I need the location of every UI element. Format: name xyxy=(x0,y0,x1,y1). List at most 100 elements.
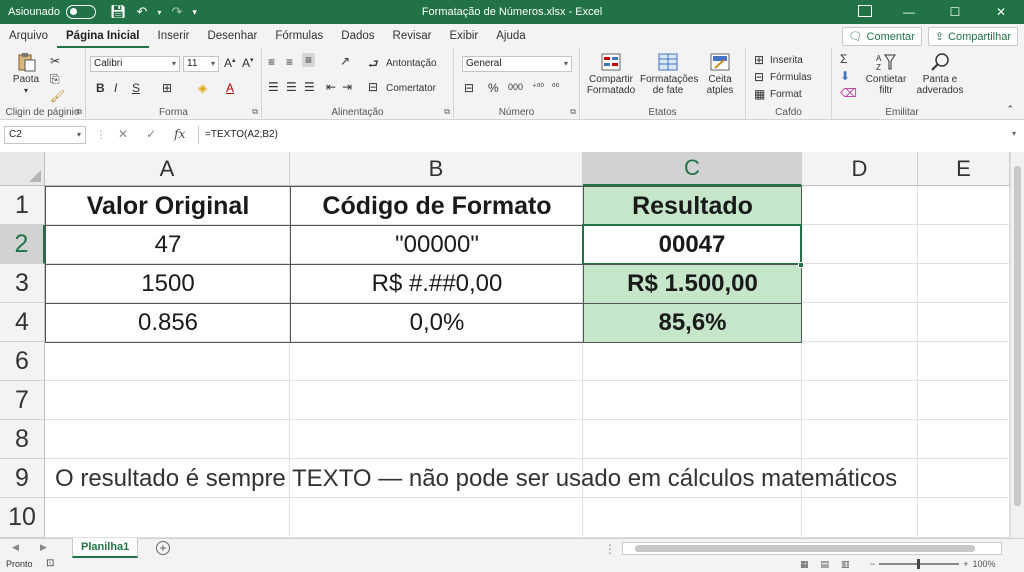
underline-icon[interactable]: S xyxy=(132,81,140,95)
autosave-toggle[interactable] xyxy=(66,5,96,19)
grid-cell[interactable] xyxy=(918,264,1010,303)
grid-cell[interactable] xyxy=(45,342,290,381)
autosum-icon[interactable]: Σ xyxy=(840,52,847,66)
scroll-sheets-left-icon[interactable]: ◀ xyxy=(12,542,19,553)
undo-dropdown-icon[interactable]: ▾ xyxy=(157,8,161,17)
fill-icon[interactable]: ⬇ xyxy=(840,69,850,83)
normal-view-icon[interactable]: ▦ xyxy=(800,559,809,570)
grid-cell[interactable] xyxy=(802,225,918,264)
cell-a2[interactable]: 47 xyxy=(45,225,291,265)
cell-c1[interactable]: Resultado xyxy=(583,186,802,226)
format-cells-icon[interactable]: ▦ xyxy=(754,87,765,101)
row-header-10[interactable]: 10 xyxy=(0,498,45,538)
horizontal-scroll-thumb[interactable] xyxy=(635,545,975,552)
grid-cell[interactable] xyxy=(583,420,802,459)
zoom-level[interactable]: 100% xyxy=(973,559,996,569)
grid-cell[interactable] xyxy=(918,303,1010,342)
close-button[interactable]: ✕ xyxy=(978,0,1024,24)
increase-decimal-icon[interactable]: ⁺⁰⁰ xyxy=(532,82,544,93)
page-layout-view-icon[interactable]: ▤ xyxy=(821,559,830,570)
zoom-in-icon[interactable]: + xyxy=(963,559,968,569)
column-header-b[interactable]: B xyxy=(290,152,583,186)
row-header-4[interactable]: 4 xyxy=(0,303,45,342)
paste-button[interactable]: Paota ▾ xyxy=(6,52,46,96)
row-header-8[interactable]: 8 xyxy=(0,420,45,459)
cell-b2[interactable]: "00000" xyxy=(290,225,584,265)
format-painter-icon[interactable]: 🖌︎ xyxy=(50,89,65,103)
increase-font-icon[interactable]: A▴ xyxy=(224,56,236,70)
name-box[interactable]: C2 ▾ xyxy=(4,126,86,144)
decrease-decimal-icon[interactable]: ⁰⁰ xyxy=(552,82,559,93)
fill-color-icon[interactable]: ◈ xyxy=(198,81,207,95)
grid-cell[interactable] xyxy=(290,342,583,381)
cancel-icon[interactable]: ✕ xyxy=(118,127,128,141)
column-header-e[interactable]: E xyxy=(918,152,1010,186)
grid-cell[interactable] xyxy=(918,186,1010,225)
tab-desenhar[interactable]: Desenhar xyxy=(198,24,266,48)
cell-b1[interactable]: Código de Formato xyxy=(290,186,584,226)
grid-cell[interactable] xyxy=(290,381,583,420)
find-select-button[interactable]: Panta e adverados xyxy=(912,52,968,96)
grid-cell[interactable] xyxy=(45,420,290,459)
autosave[interactable]: Asiounado xyxy=(8,5,96,19)
cell-a4[interactable]: 0.856 xyxy=(45,303,291,343)
undo-icon[interactable]: ↶ xyxy=(137,4,148,20)
italic-icon[interactable]: I xyxy=(114,81,117,95)
increase-indent-icon[interactable]: ⇥ xyxy=(342,80,352,94)
cell-a9[interactable]: O resultado é sempre TEXTO — não pode se… xyxy=(55,459,897,498)
comma-style-icon[interactable]: 000 xyxy=(508,82,523,92)
comment-button[interactable]: 🗨︎ Comentar xyxy=(841,27,922,46)
collapse-ribbon-icon[interactable]: ⌃ xyxy=(1006,104,1014,115)
sort-filter-button[interactable]: AZ Contietar filtr xyxy=(862,52,910,96)
tab-formulas[interactable]: Fórmulas xyxy=(266,24,332,48)
row-header-1[interactable]: 1 xyxy=(0,186,45,225)
format-cells-label[interactable]: Format xyxy=(770,89,802,100)
grid-cell[interactable] xyxy=(918,420,1010,459)
align-top-icon[interactable]: ≡ xyxy=(268,55,275,69)
grid-cell[interactable] xyxy=(802,186,918,225)
bold-icon[interactable]: B xyxy=(96,81,105,95)
column-header-c[interactable]: C xyxy=(583,152,802,186)
delete-cells-label[interactable]: Fórmulas xyxy=(770,72,812,83)
percent-icon[interactable]: % xyxy=(488,81,499,95)
zoom-out-icon[interactable]: − xyxy=(870,559,875,569)
clear-icon[interactable]: ⌫ xyxy=(840,86,857,100)
grid-cell[interactable] xyxy=(918,225,1010,264)
maximize-button[interactable]: ☐ xyxy=(932,0,978,24)
grid-cell[interactable] xyxy=(45,498,290,538)
grid-cell[interactable] xyxy=(918,459,1010,498)
delete-cells-icon[interactable]: ⊟ xyxy=(754,70,764,84)
number-dialog-icon[interactable]: ⧉ xyxy=(570,107,576,117)
grid-cell[interactable] xyxy=(802,342,918,381)
customize-qat-icon[interactable]: ▾ xyxy=(192,7,197,18)
insert-cells-label[interactable]: Inserita xyxy=(770,55,803,66)
cell-a3[interactable]: 1500 xyxy=(45,264,291,304)
tab-split-grip-icon[interactable]: ⋮ xyxy=(604,542,616,556)
merge-cells-label[interactable]: Comertator xyxy=(386,83,436,94)
enter-icon[interactable]: ✓ xyxy=(146,127,156,141)
insert-function-icon[interactable]: fx xyxy=(174,127,185,141)
tab-exibir[interactable]: Exibir xyxy=(441,24,488,48)
align-bottom-icon[interactable]: ≡ xyxy=(302,53,316,67)
cut-icon[interactable]: ✂ xyxy=(50,54,60,68)
align-center-icon[interactable]: ☰ xyxy=(286,80,297,94)
scroll-sheets-right-icon[interactable]: ▶ xyxy=(40,542,47,553)
number-format-select[interactable]: General ▾ xyxy=(462,56,572,72)
alignment-dialog-icon[interactable]: ⧉ xyxy=(444,107,450,117)
cell-b4[interactable]: 0,0% xyxy=(290,303,584,343)
row-header-3[interactable]: 3 xyxy=(0,264,45,303)
font-color-icon[interactable]: A xyxy=(226,81,234,95)
zoom-slider[interactable] xyxy=(879,559,960,569)
tab-dados[interactable]: Dados xyxy=(332,24,383,48)
page-break-view-icon[interactable]: ▥ xyxy=(841,559,850,570)
grid-cell[interactable] xyxy=(918,342,1010,381)
copy-icon[interactable]: ⎘ xyxy=(50,72,60,87)
grid-cell[interactable] xyxy=(802,303,918,342)
clipboard-dialog-icon[interactable]: ⧉ xyxy=(76,107,82,117)
save-icon[interactable]: 💾︎ xyxy=(110,4,127,20)
wrap-text-label[interactable]: Antontação xyxy=(386,58,437,69)
cell-styles-button[interactable]: Ceita atples xyxy=(698,52,742,96)
grid-cell[interactable] xyxy=(583,381,802,420)
merge-cells-icon[interactable]: ⊟ xyxy=(368,80,378,94)
orientation-icon[interactable]: ↗ xyxy=(340,54,350,68)
